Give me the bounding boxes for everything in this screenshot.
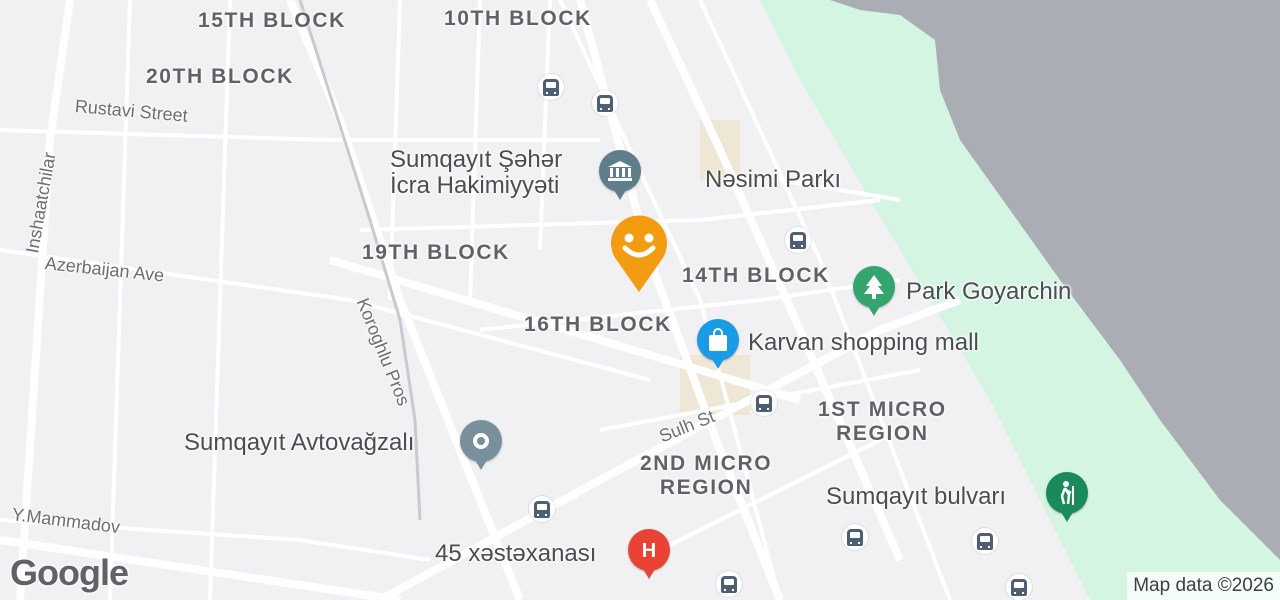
area-label-20th-block: 20TH BLOCK bbox=[146, 65, 294, 88]
bus-icon bbox=[534, 500, 550, 518]
bus-stop-icon[interactable] bbox=[716, 571, 742, 597]
svg-text:H: H bbox=[642, 540, 656, 561]
shopping-bag-icon[interactable] bbox=[697, 319, 739, 369]
area-label-14th-block: 14TH BLOCK bbox=[682, 264, 830, 287]
place-label-line: İcra Hakimiyyəti bbox=[390, 172, 560, 199]
area-label-line: 1ST MICRO bbox=[818, 398, 947, 421]
tree-icon[interactable] bbox=[853, 266, 895, 316]
bus-stop-icon[interactable] bbox=[972, 528, 998, 554]
area-label-15th-block: 15TH BLOCK bbox=[198, 9, 346, 32]
bus-stop-icon[interactable] bbox=[538, 74, 564, 100]
area-label-19th-block: 19TH BLOCK bbox=[362, 241, 510, 264]
place-label-nesimi-park[interactable]: Nəsimi Parkı bbox=[705, 168, 841, 192]
area-label-line: REGION bbox=[659, 476, 753, 499]
hiking-icon[interactable] bbox=[1046, 472, 1088, 522]
google-logo: Google bbox=[10, 552, 129, 593]
bus-stop-icon[interactable] bbox=[785, 227, 811, 253]
bus-icon bbox=[597, 94, 613, 112]
bus-icon bbox=[977, 532, 993, 550]
place-label-park-goyarchin[interactable]: Park Goyarchin bbox=[906, 280, 1071, 304]
bus-icon bbox=[756, 394, 772, 412]
area-label-10th-block: 10TH BLOCK bbox=[444, 7, 592, 30]
area-label-line: 2ND MICRO bbox=[640, 452, 773, 475]
area-label-2nd-micro-region: 2ND MICRO REGION bbox=[640, 453, 772, 498]
bus-icon bbox=[1011, 578, 1027, 596]
landmark-icon[interactable] bbox=[599, 150, 641, 200]
bus-icon bbox=[721, 575, 737, 593]
area-label-1st-micro-region: 1ST MICRO REGION bbox=[818, 399, 947, 444]
area-label-16th-block: 16TH BLOCK bbox=[524, 313, 672, 336]
bus-icon bbox=[790, 231, 806, 249]
place-label-bulvari[interactable]: Sumqayıt bulvarı bbox=[826, 485, 1006, 509]
bus-stop-icon[interactable] bbox=[842, 524, 868, 550]
bus-stop-icon[interactable] bbox=[529, 496, 555, 522]
place-label-city-hall: Sumqayıt Şəhər İcra Hakimiyyəti bbox=[390, 148, 562, 198]
place-label-bus-station[interactable]: Sumqayıt Avtovağzalı bbox=[184, 431, 414, 455]
area-label-line: REGION bbox=[836, 422, 929, 445]
hospital-icon[interactable]: H bbox=[628, 529, 670, 579]
bus-icon bbox=[847, 528, 863, 546]
place-label-hospital[interactable]: 45 xəstəxanası bbox=[435, 542, 596, 566]
map-canvas[interactable] bbox=[0, 0, 1280, 600]
place-label-line: Sumqayıt Şəhər bbox=[390, 146, 563, 173]
smiley-icon[interactable] bbox=[610, 214, 668, 294]
map-attribution[interactable]: Map data ©2026 bbox=[1127, 572, 1280, 600]
bus-stop-icon[interactable] bbox=[1006, 574, 1032, 600]
transit-station-icon[interactable] bbox=[460, 420, 502, 470]
place-label-karvan-mall[interactable]: Karvan shopping mall bbox=[748, 331, 979, 355]
bus-icon bbox=[543, 78, 559, 96]
bus-stop-icon[interactable] bbox=[592, 90, 618, 116]
bus-stop-icon[interactable] bbox=[751, 390, 777, 416]
